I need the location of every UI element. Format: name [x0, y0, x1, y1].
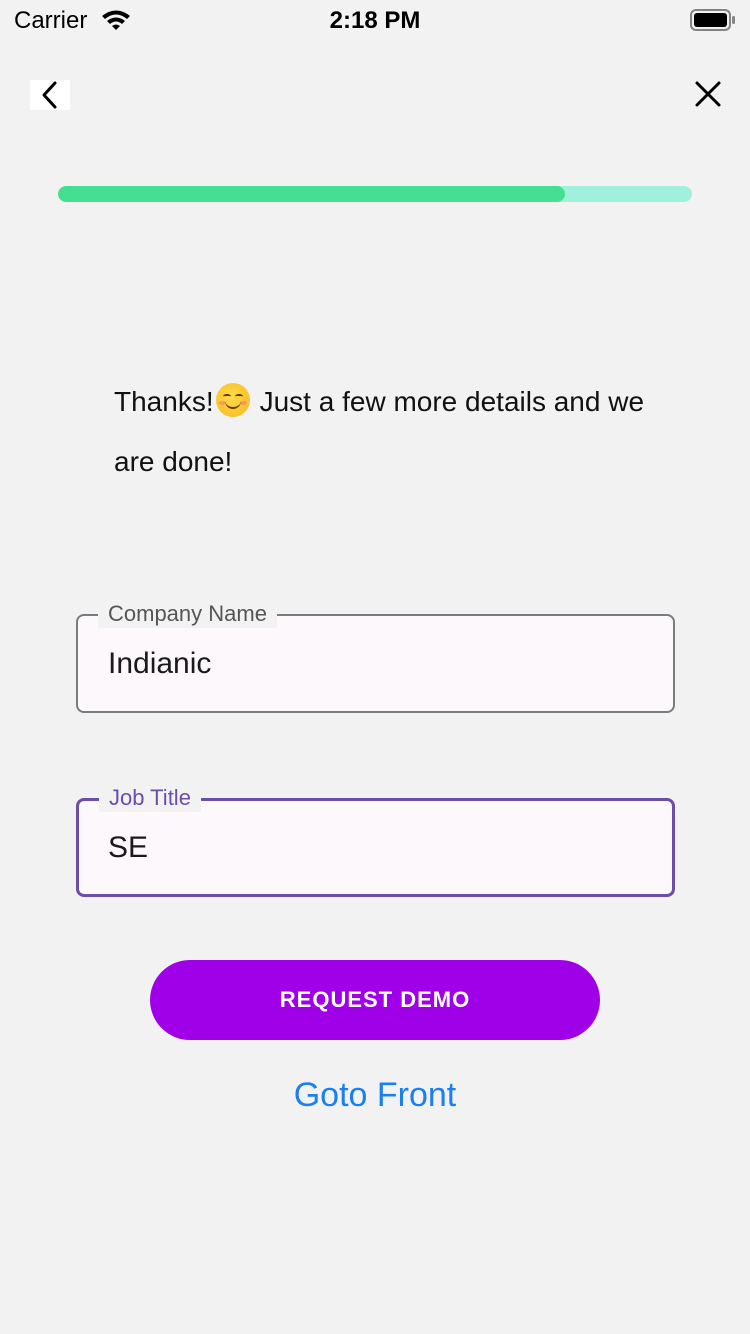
job-title-field[interactable]: Job Title [76, 784, 675, 897]
goto-front-link[interactable]: Goto Front [0, 1076, 750, 1115]
close-icon [695, 81, 721, 107]
smiling-face-icon [215, 383, 250, 417]
progress-bar [58, 186, 692, 202]
company-name-field[interactable]: Company Name [76, 600, 675, 713]
clock: 2:18 PM [329, 7, 421, 34]
job-title-label: Job Title [99, 784, 201, 812]
intro-message: Thanks! Just a few more details and we ar… [114, 372, 654, 492]
close-button[interactable] [690, 76, 726, 112]
progress-bar-fill [58, 186, 566, 202]
company-name-label: Company Name [98, 600, 277, 628]
status-bar: Carrier 2:18 PM [0, 0, 750, 40]
company-name-input[interactable] [108, 644, 628, 684]
message-thanks: Thanks! [114, 386, 214, 417]
screen: Carrier 2:18 PM Thanks! Just a few more … [0, 0, 750, 1334]
battery-icon [690, 8, 736, 32]
request-demo-button[interactable]: REQUEST DEMO [150, 960, 600, 1040]
back-button[interactable] [30, 80, 70, 110]
chevron-left-icon [42, 81, 57, 109]
job-title-input[interactable] [108, 828, 628, 868]
